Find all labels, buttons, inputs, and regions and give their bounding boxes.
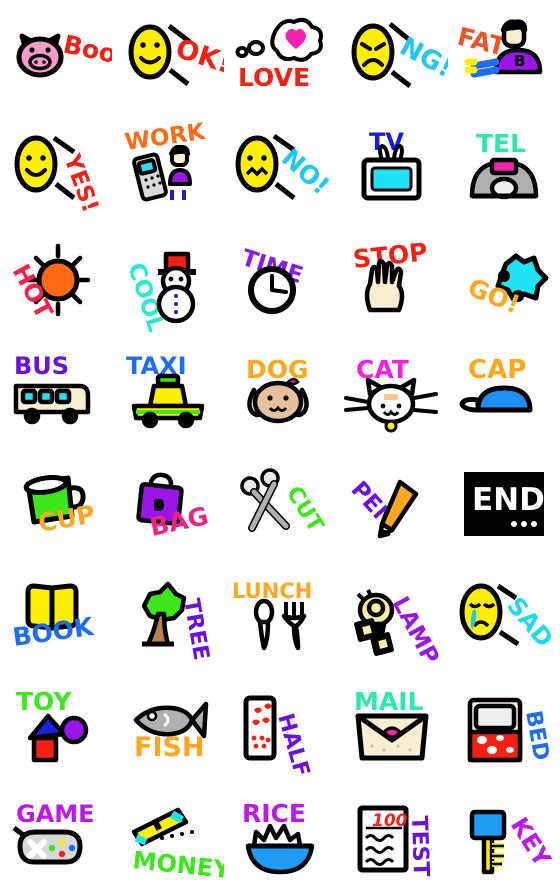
sticker-cup[interactable]: CUP	[0, 448, 112, 560]
sticker-taxi[interactable]: TAXI	[112, 336, 224, 448]
sticker-test-paper[interactable]: 100 TEST	[336, 784, 448, 896]
sticker-grid: Boo OK! LOVE NG! FAT B YES! WORK NO! TV …	[0, 0, 560, 896]
sticker-time-clock[interactable]: TIME	[224, 224, 336, 336]
sticker-hot-sun[interactable]: HOT	[0, 224, 112, 336]
sticker-label: TEL	[476, 129, 526, 158]
sticker-work-phone[interactable]: WORK	[112, 112, 224, 224]
sticker-cap[interactable]: CAP	[448, 336, 560, 448]
sticker-label: BOOK	[11, 612, 97, 652]
sticker-sad-face[interactable]: SAD	[448, 560, 560, 672]
sticker-label: LOVE	[238, 63, 310, 92]
sticker-ok-smile[interactable]: OK!	[112, 0, 224, 112]
sticker-angry-face[interactable]: NG!	[336, 0, 448, 112]
sticker-no-face[interactable]: NO!	[224, 112, 336, 224]
sticker-label: MAIL	[354, 687, 424, 716]
sticker-label: GAME	[16, 800, 95, 828]
sticker-label: KEY	[505, 812, 557, 872]
sticker-label: OK!	[172, 33, 224, 80]
sticker-bag[interactable]: BAG	[112, 448, 224, 560]
sticker-tree[interactable]: TREE	[112, 560, 224, 672]
sticker-label: FISH	[134, 732, 205, 763]
sticker-bed[interactable]: BED	[448, 672, 560, 784]
sticker-stop-hand[interactable]: STOP	[336, 224, 448, 336]
sticker-game-pad[interactable]: GAME	[0, 784, 112, 896]
sticker-label: DOG	[246, 355, 309, 384]
sticker-bus[interactable]: BUS	[0, 336, 112, 448]
sticker-go-arrow[interactable]: GO!	[448, 224, 560, 336]
sticker-cut-scissors[interactable]: CUT	[224, 448, 336, 560]
sticker-label: TOY	[16, 687, 72, 716]
sticker-lunch-cutlery[interactable]: LUNCH	[224, 560, 336, 672]
sticker-label: SAD	[501, 592, 558, 653]
sticker-end-card[interactable]: END	[448, 448, 560, 560]
sticker-lamp[interactable]: LAMP	[336, 560, 448, 672]
sticker-money[interactable]: MONEY	[112, 784, 224, 896]
sticker-mail-envelope[interactable]: MAIL	[336, 672, 448, 784]
sticker-label: TEST	[406, 815, 433, 877]
sticker-label: LAMP	[387, 593, 444, 669]
sticker-label: END	[472, 482, 545, 518]
sticker-fish[interactable]: FISH	[112, 672, 224, 784]
sticker-label: NG!	[395, 32, 448, 84]
sticker-label: Boo	[61, 30, 112, 69]
sticker-label: TREE	[178, 597, 213, 662]
sticker-half-domino[interactable]: HALF	[224, 672, 336, 784]
sticker-yes-smile[interactable]: YES!	[0, 112, 112, 224]
sticker-book[interactable]: BOOK	[0, 560, 112, 672]
sticker-label: CAT	[356, 355, 409, 384]
sticker-pen-pencil[interactable]: PEN	[336, 448, 448, 560]
sticker-key[interactable]: KEY	[448, 784, 560, 896]
sticker-label: BUS	[14, 352, 69, 380]
sticker-label: HALF	[272, 711, 314, 780]
sticker-label: YES!	[58, 150, 103, 216]
sticker-love-heart[interactable]: LOVE	[224, 0, 336, 112]
sticker-cat[interactable]: CAT	[336, 336, 448, 448]
sticker-badge-letter: B	[514, 52, 525, 70]
sticker-label: MONEY	[131, 846, 224, 884]
sticker-label: LUNCH	[232, 579, 312, 603]
sticker-fat-person[interactable]: FAT B	[448, 0, 560, 112]
sticker-label: BED	[520, 709, 553, 763]
sticker-cool-snowman[interactable]: COOL	[112, 224, 224, 336]
sticker-label: CAP	[468, 355, 526, 385]
sticker-dog[interactable]: DOG	[224, 336, 336, 448]
sticker-tv-set[interactable]: TV	[336, 112, 448, 224]
sticker-toy-blocks[interactable]: TOY	[0, 672, 112, 784]
sticker-rice-bowl[interactable]: RICE	[224, 784, 336, 896]
sticker-boo-pig[interactable]: Boo	[0, 0, 112, 112]
sticker-telephone[interactable]: TEL	[448, 112, 560, 224]
sticker-label: RICE	[242, 799, 306, 828]
sticker-label: WORK	[123, 119, 207, 156]
